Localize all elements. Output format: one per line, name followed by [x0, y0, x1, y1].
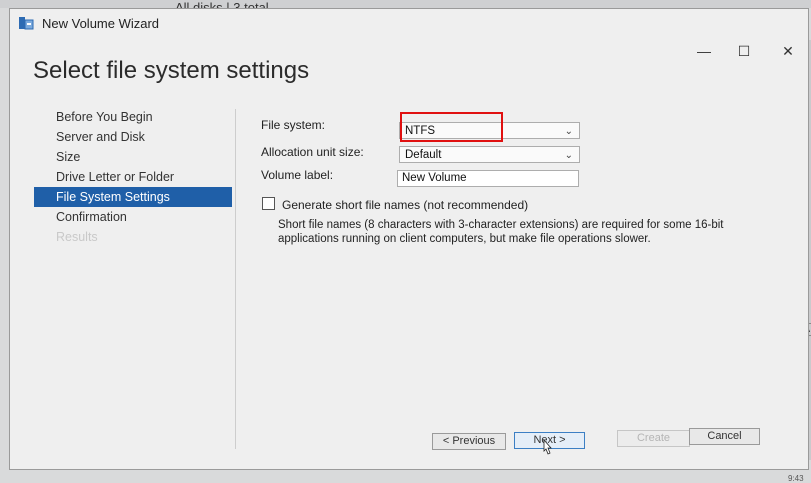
close-button[interactable]: ✕ — [776, 43, 800, 59]
nav-item-before-you-begin[interactable]: Before You Begin — [34, 107, 232, 127]
title-bar[interactable]: New Volume Wizard — [10, 9, 808, 39]
page-title: Select file system settings — [33, 57, 310, 84]
taskbar-clock: 9:43 — [788, 474, 804, 483]
allocation-unit-select[interactable]: Default ⌄ — [399, 146, 580, 163]
annotation-highlight-box — [400, 112, 503, 142]
background-top-strip — [0, 0, 811, 8]
nav-item-confirmation[interactable]: Confirmation — [34, 207, 232, 227]
allocation-unit-label: Allocation unit size: — [261, 145, 364, 159]
maximize-button[interactable]: ☐ — [732, 43, 756, 59]
chevron-down-icon: ⌄ — [564, 126, 573, 137]
previous-button[interactable]: < Previous — [432, 433, 506, 450]
create-button: Create — [617, 430, 690, 447]
nav-item-server-and-disk[interactable]: Server and Disk — [34, 127, 232, 147]
file-system-label: File system: — [261, 118, 326, 132]
nav-item-results: Results — [56, 230, 98, 244]
short-names-description: Short file names (8 characters with 3-ch… — [278, 219, 724, 245]
mouse-pointer-icon — [543, 439, 552, 455]
minimize-button[interactable]: — — [692, 43, 716, 59]
short-names-label[interactable]: Generate short file names (not recommend… — [282, 198, 528, 212]
nav-divider — [235, 109, 236, 449]
wizard-steps-nav: Before You Begin Server and Disk Size Dr… — [34, 107, 232, 247]
nav-item-file-system-settings[interactable]: File System Settings — [34, 187, 232, 207]
nav-item-drive-letter[interactable]: Drive Letter or Folder — [34, 167, 232, 187]
chevron-down-icon: ⌄ — [564, 150, 573, 161]
short-names-checkbox[interactable] — [262, 197, 275, 210]
nav-item-size[interactable]: Size — [34, 147, 232, 167]
volume-label-input[interactable]: New Volume — [397, 170, 579, 187]
cancel-button[interactable]: Cancel — [689, 428, 760, 445]
new-volume-wizard-dialog: New Volume Wizard — ☐ ✕ Select file syst… — [9, 8, 809, 470]
allocation-unit-value: Default — [405, 149, 442, 161]
volume-label-label: Volume label: — [261, 168, 334, 182]
disk-wizard-icon — [19, 17, 34, 30]
window-title: New Volume Wizard — [42, 16, 160, 31]
